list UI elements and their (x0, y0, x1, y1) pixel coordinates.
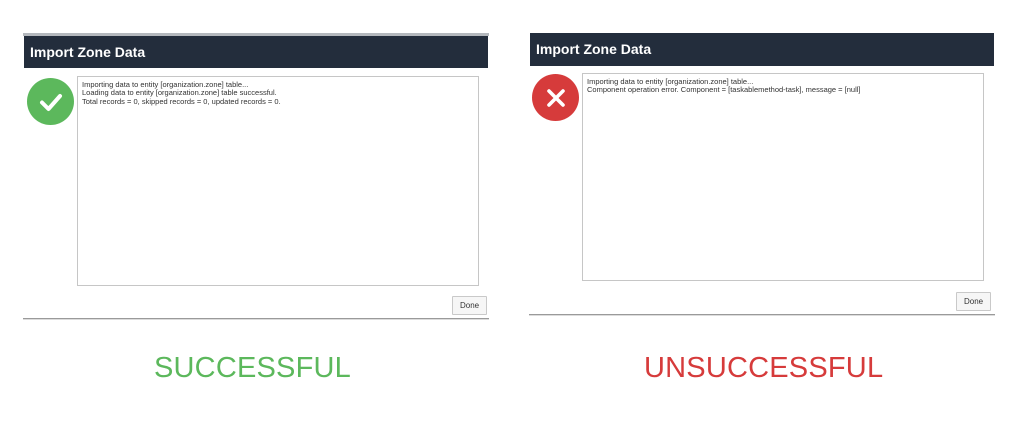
dialog-title: Import Zone Data (530, 33, 994, 66)
done-button[interactable]: Done (956, 292, 992, 311)
import-dialog-failure: Import Zone Data Importing data to entit… (529, 33, 995, 315)
log-line: Component operation error. Component = [… (587, 85, 861, 95)
failure-status-icon (532, 74, 579, 121)
import-log-textarea[interactable]: Importing data to entity [organization.z… (582, 73, 984, 281)
success-status-icon (27, 78, 74, 125)
dialog-title: Import Zone Data (24, 36, 488, 68)
failure-caption: UNSUCCESSFUL (644, 352, 884, 384)
success-caption: SUCCESSFUL (154, 352, 351, 384)
x-icon (546, 88, 565, 107)
check-icon (39, 93, 62, 111)
done-button[interactable]: Done (452, 296, 488, 315)
import-dialog-success: Import Zone Data Importing data to entit… (23, 33, 489, 319)
log-line: Total records = 0, skipped records = 0, … (82, 96, 281, 106)
import-log-textarea[interactable]: Importing data to entity [organization.z… (77, 76, 479, 286)
